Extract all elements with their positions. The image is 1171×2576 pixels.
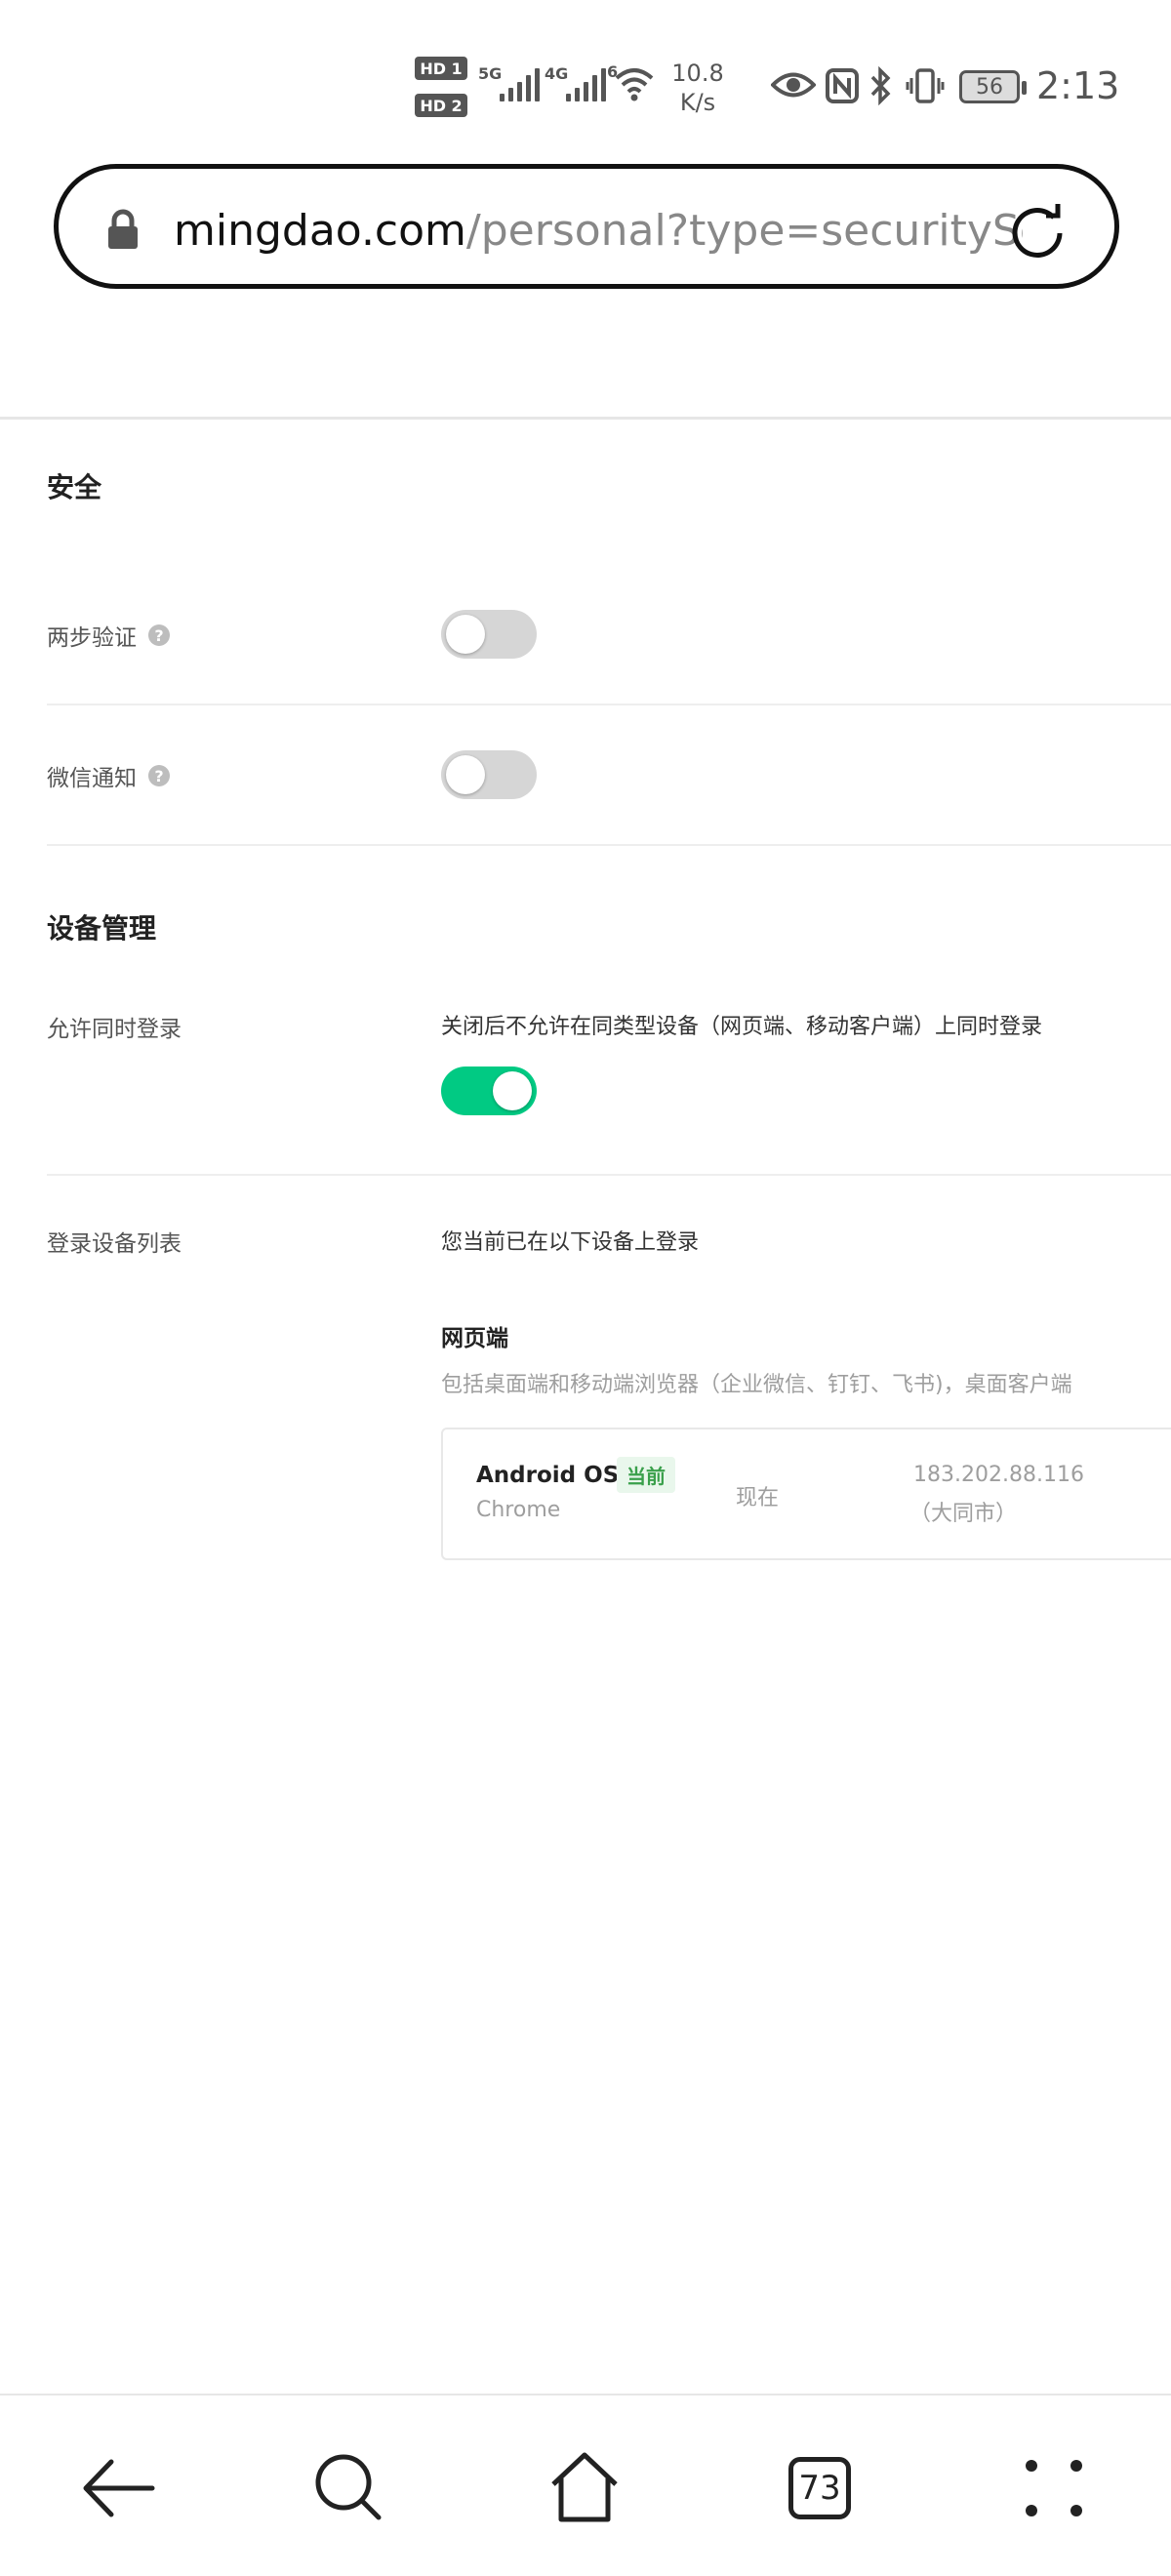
url-text[interactable]: mingdao.com/personal?type=securitySe <box>174 202 1023 261</box>
toggle-knob <box>446 615 485 654</box>
hd2-indicator: HD 2 <box>415 94 467 117</box>
device-card: Android OS 当前 Chrome 现在 183.202.88.116 （… <box>441 1428 1171 1560</box>
two-step-toggle[interactable] <box>441 610 537 659</box>
header-divider <box>0 417 1171 420</box>
device-list-intro: 您当前已在以下设备上登录 <box>441 1230 700 1255</box>
clock: 2:13 <box>1036 64 1120 107</box>
more-menu-button[interactable] <box>1005 2439 1103 2537</box>
allow-simultaneous-description: 关闭后不允许在同类型设备（网页端、移动客户端）上同时登录 <box>441 1015 1043 1039</box>
eye-icon <box>771 72 816 98</box>
device-os: Android OS <box>476 1463 620 1488</box>
network-speed: 10.8 K/s <box>671 60 724 116</box>
address-bar[interactable]: mingdao.com/personal?type=securitySe <box>54 164 1119 289</box>
back-button[interactable] <box>68 2439 166 2537</box>
home-button[interactable] <box>536 2439 633 2537</box>
web-group-title: 网页端 <box>441 1326 508 1351</box>
tab-count-badge: 73 <box>788 2457 851 2519</box>
device-browser: Chrome <box>476 1498 561 1522</box>
sim1-signal-icon <box>500 68 540 101</box>
nfc-icon <box>826 68 859 103</box>
battery-icon: 56 <box>959 70 1027 103</box>
bluetooth-icon <box>870 66 891 105</box>
lock-icon <box>108 209 138 249</box>
help-icon[interactable]: ? <box>148 624 170 646</box>
back-arrow-icon <box>83 2459 155 2517</box>
toggle-knob <box>446 755 485 794</box>
url-path: /personal?type=securitySe <box>465 206 1023 256</box>
status-bar: HD 1 HD 2 5G 4G 6 10.8 K/s 56 2:13 <box>0 0 1171 156</box>
allow-simultaneous-label: 允许同时登录 <box>47 1017 182 1042</box>
row-divider <box>47 1174 1171 1176</box>
search-icon <box>315 2454 382 2520</box>
reload-icon[interactable] <box>1003 196 1071 264</box>
row-divider <box>47 704 1171 705</box>
two-step-label: 两步验证 ? <box>47 619 170 652</box>
row-divider <box>47 844 1171 846</box>
device-list-label: 登录设备列表 <box>47 1231 182 1257</box>
sim2-signal-icon <box>566 68 606 101</box>
hd1-indicator: HD 1 <box>415 57 467 80</box>
allow-simultaneous-toggle[interactable] <box>441 1067 537 1115</box>
device-login-time: 现在 <box>736 1486 780 1510</box>
bottom-nav-divider <box>0 2394 1171 2395</box>
wechat-notify-toggle[interactable] <box>441 750 537 799</box>
device-ip: 183.202.88.116 <box>913 1463 1084 1487</box>
sim2-network-label: 4G <box>545 64 569 83</box>
toggle-knob <box>493 1071 532 1110</box>
device-location: （大同市） <box>909 1502 1018 1526</box>
web-group-description: 包括桌面端和移动端浏览器（企业微信、钉钉、飞书)，桌面客户端 <box>441 1373 1072 1397</box>
url-host: mingdao.com <box>174 206 466 256</box>
device-management-title: 设备管理 <box>47 912 157 945</box>
more-dots-icon <box>1026 2460 1082 2516</box>
home-icon <box>551 2452 618 2522</box>
vibrate-icon <box>906 68 945 103</box>
search-button[interactable] <box>301 2439 398 2537</box>
help-icon[interactable]: ? <box>148 765 170 786</box>
wifi-icon <box>615 68 654 101</box>
current-badge: 当前 <box>617 1457 675 1493</box>
wechat-notify-label: 微信通知 ? <box>47 759 170 792</box>
security-title: 安全 <box>47 471 102 503</box>
tabs-button[interactable]: 73 <box>771 2439 868 2537</box>
sim1-network-label: 5G <box>478 64 503 83</box>
